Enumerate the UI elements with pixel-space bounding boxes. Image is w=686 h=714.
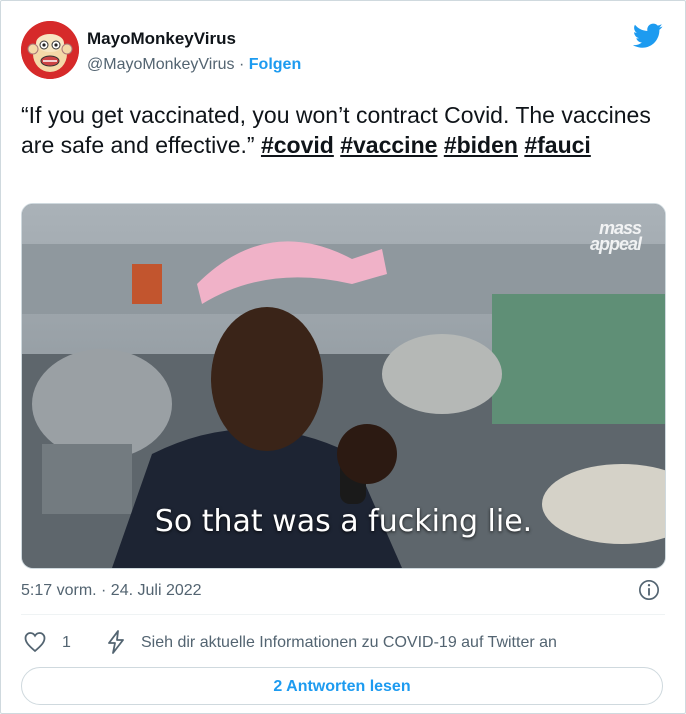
author-handle[interactable]: @MayoMonkeyVirus: [87, 56, 235, 73]
info-icon[interactable]: [638, 579, 660, 601]
tweet-timestamp[interactable]: 5:17 vorm. · 24. Juli 2022: [21, 582, 202, 600]
hashtag-vaccine[interactable]: #vaccine: [340, 132, 437, 158]
hashtag-covid[interactable]: #covid: [261, 132, 334, 158]
separator-dot: ·: [234, 56, 249, 73]
tweet-card: MayoMonkeyVirus @MayoMonkeyVirus · Folge…: [0, 0, 686, 714]
tweet-media[interactable]: mass appeal So that was a fucking lie.: [21, 203, 666, 569]
tweet-text: “If you get vaccinated, you won’t contra…: [21, 100, 661, 160]
avatar[interactable]: [21, 21, 79, 79]
author-name[interactable]: MayoMonkeyVirus: [87, 29, 236, 49]
handle-row: @MayoMonkeyVirus · Folgen: [87, 56, 301, 74]
video-watermark: mass appeal: [589, 218, 642, 254]
action-bar: 1 Sieh dir aktuelle Informationen zu COV…: [21, 629, 667, 657]
read-replies-button[interactable]: 2 Antworten lesen: [21, 667, 663, 705]
video-caption: So that was a fucking lie.: [154, 504, 533, 539]
hashtag-biden[interactable]: #biden: [444, 132, 518, 158]
covid-info-link[interactable]: Sieh dir aktuelle Informationen zu COVID…: [141, 634, 557, 652]
heart-icon[interactable]: [23, 630, 47, 654]
twitter-bird-icon[interactable]: [633, 23, 663, 49]
divider: [21, 614, 665, 615]
follow-button[interactable]: Folgen: [249, 56, 301, 73]
like-count: 1: [62, 634, 71, 651]
lightning-icon: [108, 630, 124, 654]
monkey-avatar-icon: [21, 21, 79, 79]
hashtag-fauci[interactable]: #fauci: [524, 132, 590, 158]
